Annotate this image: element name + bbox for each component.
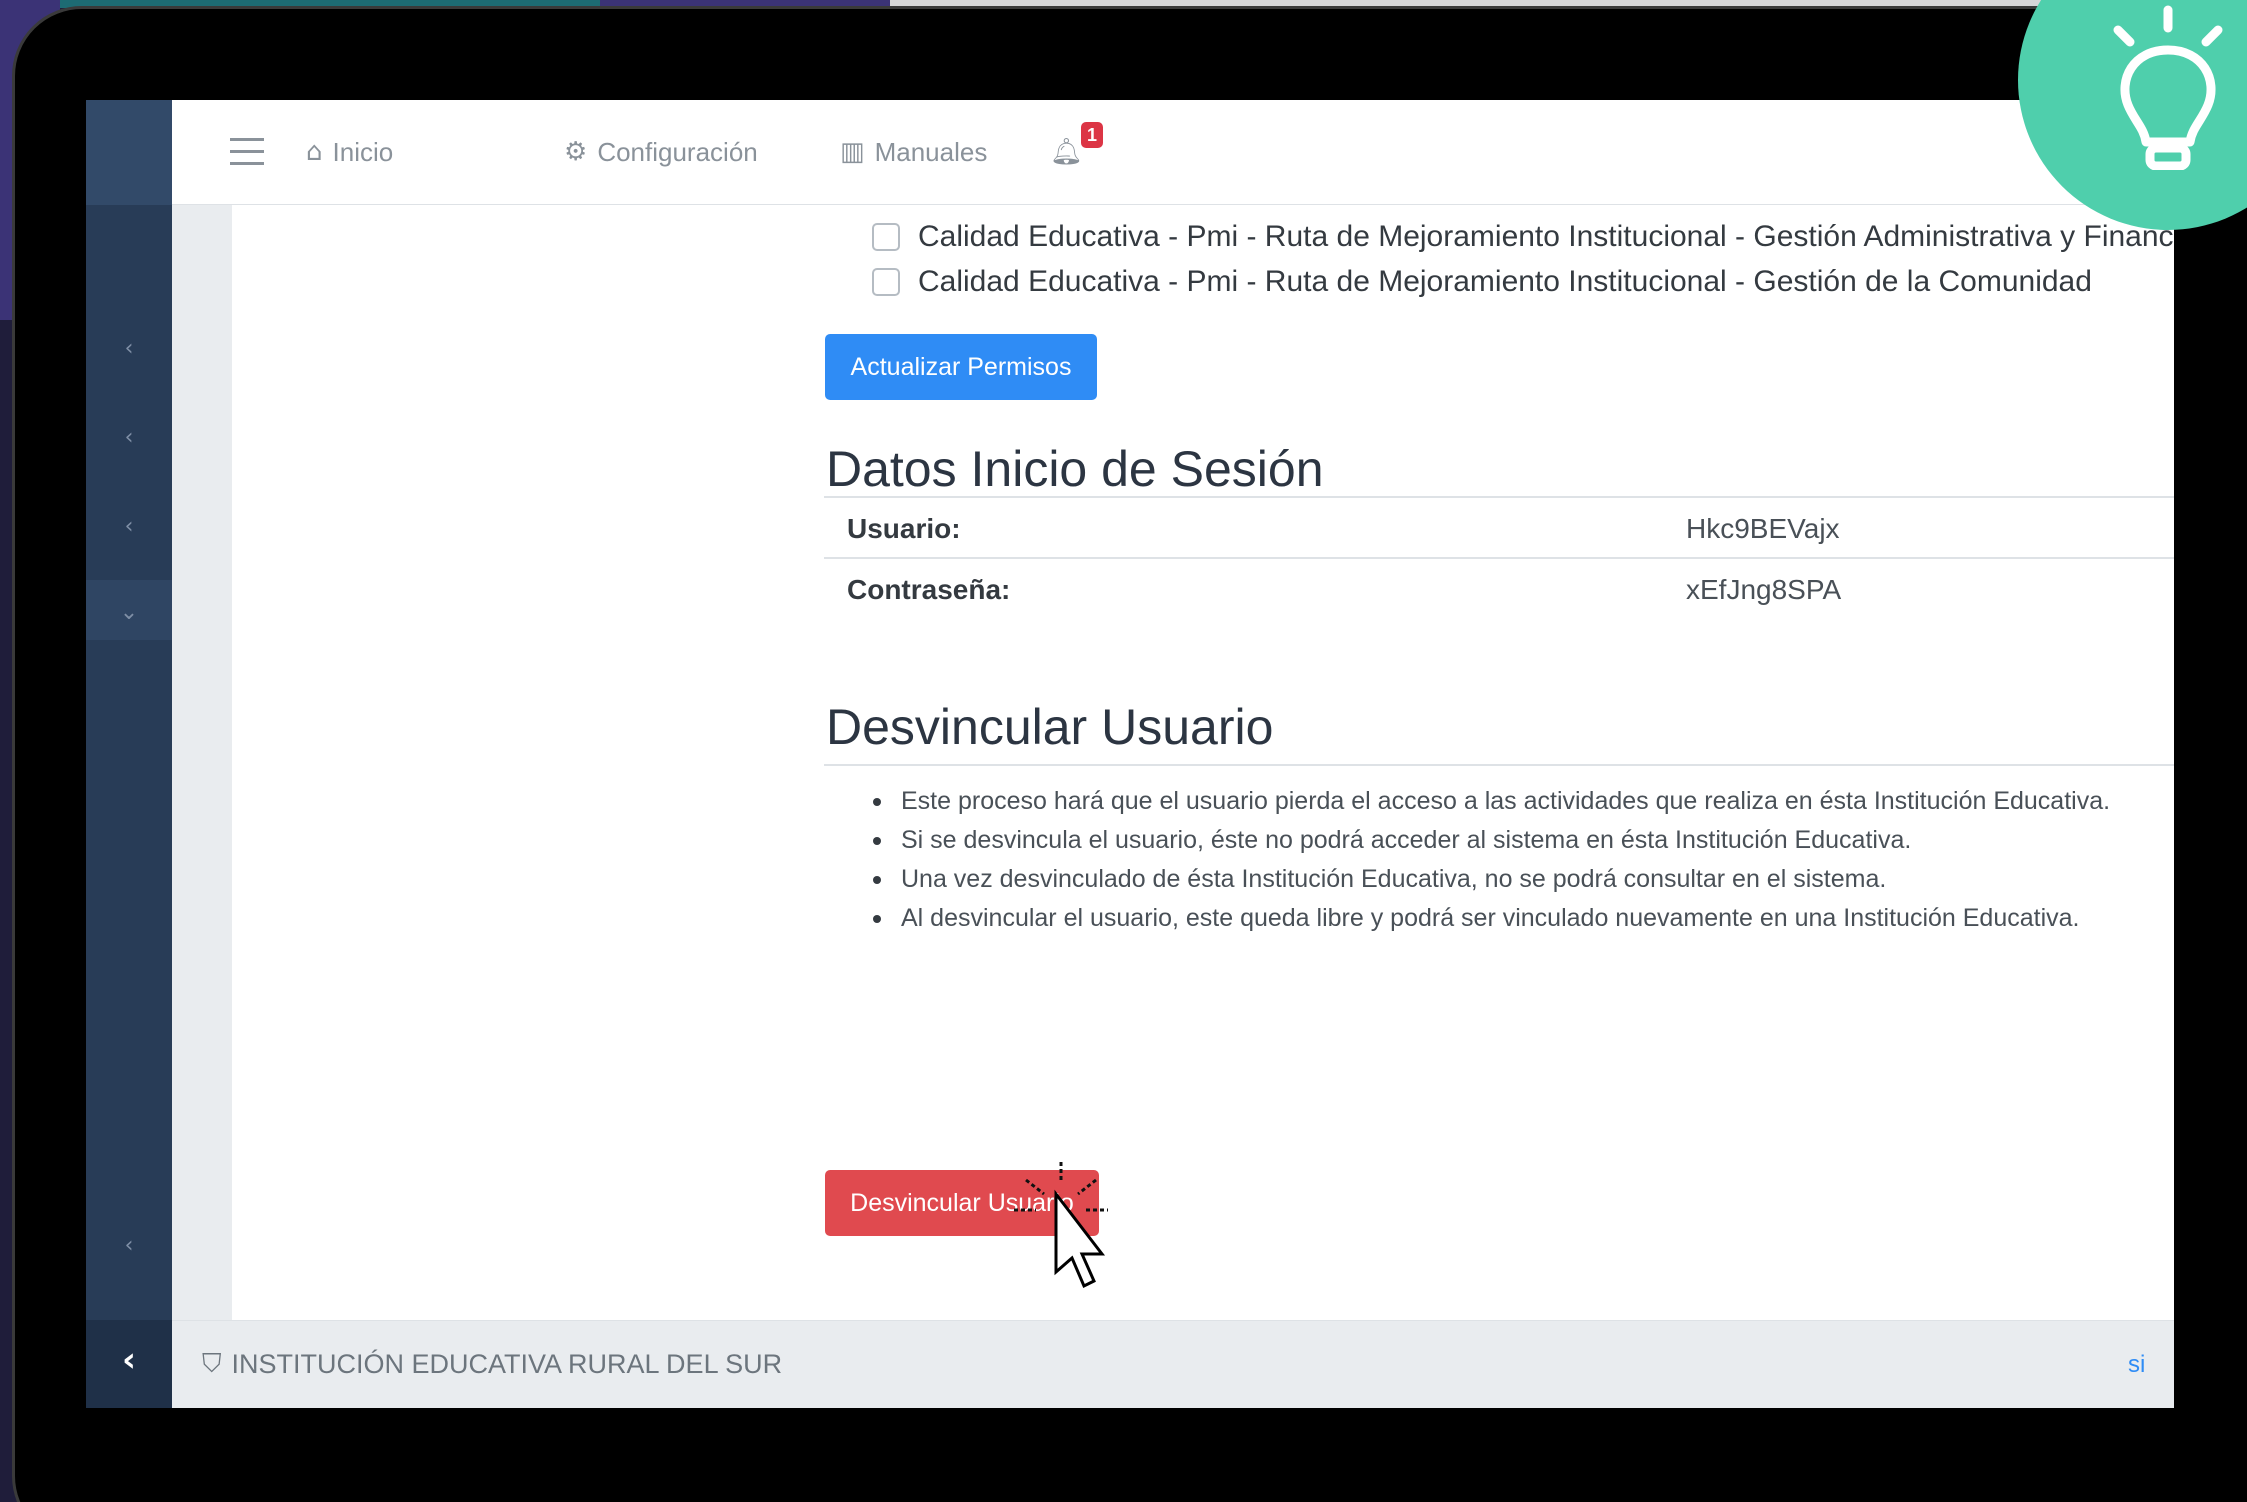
sidebar-collapse-chevron-icon[interactable]: ‹: [86, 1340, 172, 1380]
nav-manuals[interactable]: ▥ Manuales: [840, 132, 987, 172]
permission-item[interactable]: Calidad Educativa - Pmi - Ruta de Mejora…: [872, 220, 2174, 254]
chevron-left-icon[interactable]: ‹: [86, 336, 172, 361]
hamburger-menu-icon[interactable]: [230, 138, 264, 166]
permission-checkbox[interactable]: [872, 223, 900, 251]
notification-count-badge: 1: [1081, 122, 1103, 148]
nav-manuals-label: Manuales: [874, 136, 988, 167]
password-value: xEfJng8SPA: [1686, 574, 1842, 605]
chevron-down-icon[interactable]: ⌄: [86, 600, 172, 625]
footer-link[interactable]: si: [2128, 1351, 2145, 1379]
list-item: Al desvincular el usuario, este queda li…: [866, 899, 2166, 938]
row-divider: [824, 557, 2174, 559]
permission-label: Calidad Educativa - Pmi - Ruta de Mejora…: [918, 265, 2092, 298]
nav-configuration-label: Configuración: [597, 136, 758, 167]
permission-label: Calidad Educativa - Pmi - Ruta de Mejora…: [918, 220, 2174, 253]
nav-configuration[interactable]: ⚙ Configuración: [564, 132, 758, 172]
update-permissions-button[interactable]: Actualizar Permisos: [825, 334, 1097, 400]
unlink-user-title: Desvincular Usuario: [826, 699, 1274, 755]
shield-icon: ⛉: [202, 1349, 222, 1379]
username-value: Hkc9BEVajx: [1686, 513, 1840, 544]
nav-home-label: Inicio: [332, 136, 394, 167]
footer: ⛉ INSTITUCIÓN EDUCATIVA RURAL DEL SUR si: [172, 1320, 2174, 1408]
chevron-left-icon[interactable]: ‹: [86, 425, 172, 450]
home-icon: ⌂: [306, 137, 323, 167]
unlink-warning-list: Este proceso hará que el usuario pierda …: [866, 782, 2166, 938]
sidebar: ‹ ‹ ‹ ⌄ ‹ ‹: [86, 100, 172, 1408]
gear-icon: ⚙: [564, 137, 588, 167]
chevron-left-icon[interactable]: ‹: [86, 1233, 172, 1258]
permission-checkbox[interactable]: [872, 268, 900, 296]
footer-institution-label: INSTITUCIÓN EDUCATIVA RURAL DEL SUR: [231, 1349, 783, 1379]
list-item: Una vez desvinculado de ésta Institución…: [866, 860, 2166, 899]
app-screen: ‹ ‹ ‹ ⌄ ‹ ‹ ⌂ Inicio ⚙ Configuración ▥ M…: [86, 100, 2174, 1408]
username-label: Usuario:: [847, 513, 961, 544]
book-icon: ▥: [840, 137, 865, 167]
list-item: Este proceso hará que el usuario pierda …: [866, 782, 2166, 821]
login-data-title: Datos Inicio de Sesión: [826, 441, 1324, 497]
sidebar-brand: [86, 100, 172, 205]
footer-institution: ⛉ INSTITUCIÓN EDUCATIVA RURAL DEL SUR: [202, 1349, 782, 1380]
bell-icon: 🔔︎: [1050, 137, 1084, 167]
permission-item[interactable]: Calidad Educativa - Pmi - Ruta de Mejora…: [872, 265, 2092, 299]
mouse-cursor-icon: [1014, 1162, 1108, 1289]
section-divider: [824, 764, 2174, 766]
top-navbar: ⌂ Inicio ⚙ Configuración ▥ Manuales 🔔︎ 1…: [172, 100, 2174, 205]
chevron-left-icon[interactable]: ‹: [86, 514, 172, 539]
list-item: Si se desvincula el usuario, éste no pod…: [866, 821, 2166, 860]
nav-home[interactable]: ⌂ Inicio: [306, 132, 393, 172]
section-divider: [824, 496, 2174, 498]
password-label: Contraseña:: [847, 574, 1011, 605]
lightbulb-icon: [2113, 5, 2223, 170]
